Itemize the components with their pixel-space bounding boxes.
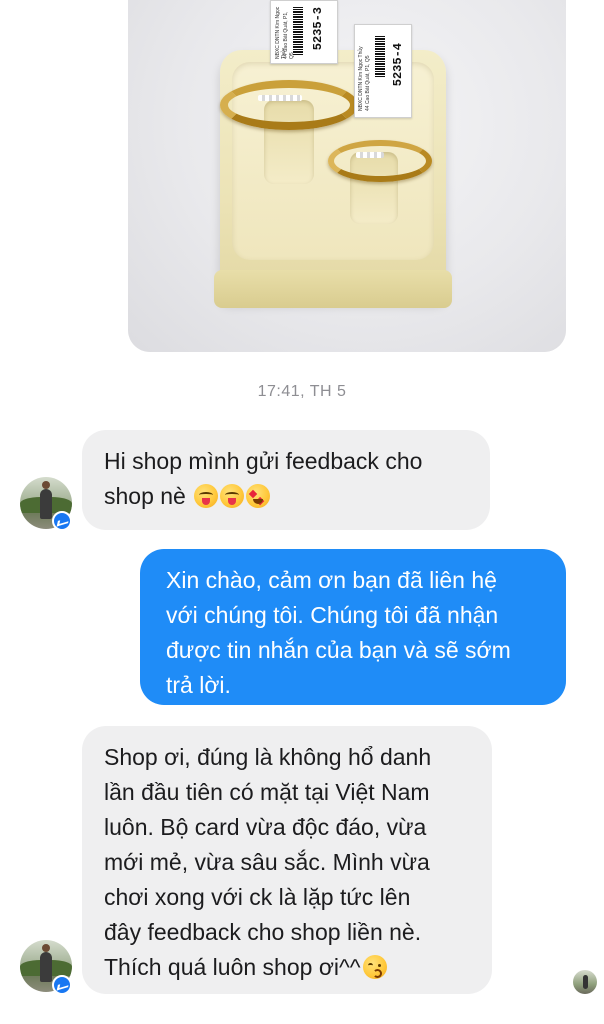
barcode <box>293 7 303 55</box>
message-line: mới mẻ, vừa sâu sắc. Mình vừa <box>104 849 430 875</box>
message-line: với chúng tôi. Chúng tôi đã nhận <box>166 602 499 628</box>
kissing-emoji-icon <box>362 955 387 979</box>
message-line-with-emoji: Thích quá luôn shop ơi^^ <box>104 950 470 985</box>
message-line: Hi shop mình gửi feedback cho <box>104 448 423 474</box>
ring-stones <box>258 95 302 101</box>
messenger-icon <box>52 975 72 995</box>
price-tag: NBXC DNTN Kim Ngọc Thủy 44 Cao Bát Quát,… <box>270 0 338 64</box>
avatar-person <box>40 481 52 519</box>
message-line: luôn. Bộ card vừa độc đáo, vừa <box>104 814 427 840</box>
seen-indicator-avatar <box>573 970 597 994</box>
message-timestamp: 17:41, TH 5 <box>257 383 347 400</box>
photo-attachment[interactable]: NBXC DNTN Kim Ngọc Thủy 44 Cao Bát Quát,… <box>128 0 566 352</box>
message-line: Shop ơi, đúng là không hổ danh <box>104 744 432 770</box>
tag-fine-print: 44 Cao Bát Quát, P1, Q5 <box>365 55 371 111</box>
message-line-with-emoji: shop nè <box>104 479 468 514</box>
gold-ring-large <box>220 80 358 130</box>
squinting-tongue-emoji-icon <box>194 484 219 508</box>
incoming-message-bubble[interactable]: Hi shop mình gửi feedback cho shop nè <box>82 430 490 530</box>
barcode <box>375 35 385 77</box>
tag-code: 5235-4 <box>391 43 405 87</box>
message-line: shop nè <box>104 483 186 509</box>
message-line: lần đầu tiên có mặt tại Việt Nam <box>104 779 430 805</box>
stand-base <box>214 270 452 308</box>
message-line: đây feedback cho shop liền nè. <box>104 919 422 945</box>
message-line: trả lời. <box>166 672 231 698</box>
message-line: chơi xong với ck là lặp tức lên <box>104 884 411 910</box>
tag-fine-print: NBXC DNTN Kim Ngọc Thủy <box>358 46 364 111</box>
tag-code: 5235-3 <box>311 7 325 51</box>
message-line: Xin chào, cảm ơn bạn đã liên hệ <box>166 567 497 593</box>
message-line: được tin nhắn của bạn và sẽ sớm <box>166 637 511 663</box>
price-tag: NBXC DNTN Kim Ngọc Thủy 44 Cao Bát Quát,… <box>354 24 412 118</box>
outgoing-message-bubble[interactable]: Xin chào, cảm ơn bạn đã liên hệ với chún… <box>140 549 566 705</box>
heart-eyes-emoji-icon <box>246 484 271 508</box>
incoming-message-bubble[interactable]: Shop ơi, đúng là không hổ danh lần đầu t… <box>82 726 492 994</box>
chat-thread: NBXC DNTN Kim Ngọc Thủy 44 Cao Bát Quát,… <box>0 0 604 1024</box>
message-line: Thích quá luôn shop ơi^^ <box>104 954 361 980</box>
gold-ring-small <box>328 140 432 182</box>
squinting-tongue-emoji-icon <box>220 484 245 508</box>
ring-stones <box>356 152 384 158</box>
avatar-person <box>40 944 52 982</box>
messenger-icon <box>52 511 72 531</box>
